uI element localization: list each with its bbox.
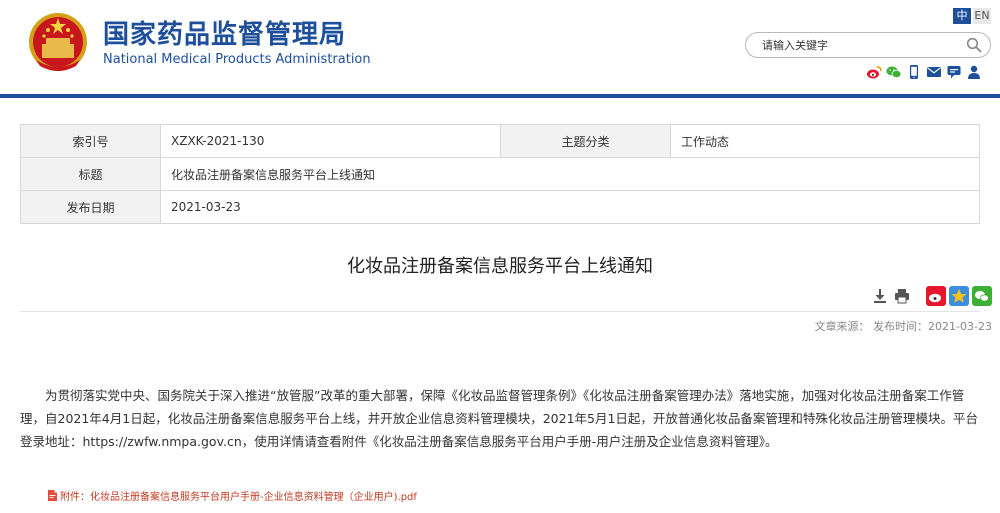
- mail-icon[interactable]: [926, 64, 942, 80]
- search-box: [745, 32, 991, 58]
- feedback-icon[interactable]: [946, 64, 962, 80]
- date-label: 发布日期: [20, 190, 161, 224]
- lang-english-button[interactable]: EN: [973, 8, 991, 24]
- mobile-icon[interactable]: [906, 64, 922, 80]
- social-links: [866, 64, 982, 82]
- share-wechat-icon[interactable]: [972, 286, 992, 306]
- article-title: 化妆品注册备案信息服务平台上线通知: [347, 256, 653, 277]
- index-label: 索引号: [20, 124, 161, 158]
- table-row: 标题 化妆品注册备案信息服务平台上线通知: [20, 157, 980, 191]
- search-icon[interactable]: [966, 37, 982, 53]
- print-icon[interactable]: [894, 288, 910, 304]
- attachment-link[interactable]: 附件：化妆品注册备案信息服务平台用户手册-企业信息资料管理（企业用户).pdf: [60, 488, 417, 503]
- article-divider: [20, 311, 980, 312]
- date-value: 2021-03-23: [160, 190, 980, 224]
- table-row: 索引号 XZXK-2021-130 主题分类 工作动态: [20, 124, 980, 158]
- share-weibo-icon[interactable]: [926, 286, 946, 306]
- pdf-file-icon: [48, 490, 57, 501]
- site-title-cn[interactable]: 国家药品监督管理局: [103, 14, 346, 51]
- site-header: 国家药品监督管理局 National Medical Products Admi…: [0, 0, 1000, 98]
- header-divider: [0, 94, 1000, 98]
- weibo-icon[interactable]: [866, 64, 882, 80]
- attachment-link-row: 附件：化妆品注册备案信息服务平台用户手册-企业信息资料管理（企业用户).pdf: [48, 488, 417, 503]
- title-value: 化妆品注册备案信息服务平台上线通知: [160, 157, 980, 191]
- category-value: 工作动态: [670, 124, 980, 158]
- search-input[interactable]: [762, 37, 962, 54]
- category-label: 主题分类: [500, 124, 671, 158]
- share-buttons: [926, 286, 992, 306]
- share-qzone-icon[interactable]: [949, 286, 969, 306]
- download-icon[interactable]: [872, 288, 888, 304]
- document-info-table: 索引号 XZXK-2021-130 主题分类 工作动态 标题 化妆品注册备案信息…: [20, 124, 980, 224]
- person-icon[interactable]: [966, 64, 982, 80]
- title-label: 标题: [20, 157, 161, 191]
- article-tools: [872, 288, 910, 304]
- table-row: 发布日期 2021-03-23: [20, 190, 980, 224]
- national-emblem-logo: [29, 13, 87, 71]
- article-meta: 文章来源： 发布时间：2021-03-23: [814, 320, 992, 333]
- index-value: XZXK-2021-130: [160, 124, 501, 158]
- article-body: 为贯彻落实党中央、国务院关于深入推进“放管服”改革的重大部署，保障《化妆品监督管…: [20, 388, 978, 449]
- lang-chinese-button[interactable]: 中: [953, 8, 971, 24]
- wechat-icon[interactable]: [886, 64, 902, 80]
- site-title-en[interactable]: National Medical Products Administration: [103, 52, 371, 67]
